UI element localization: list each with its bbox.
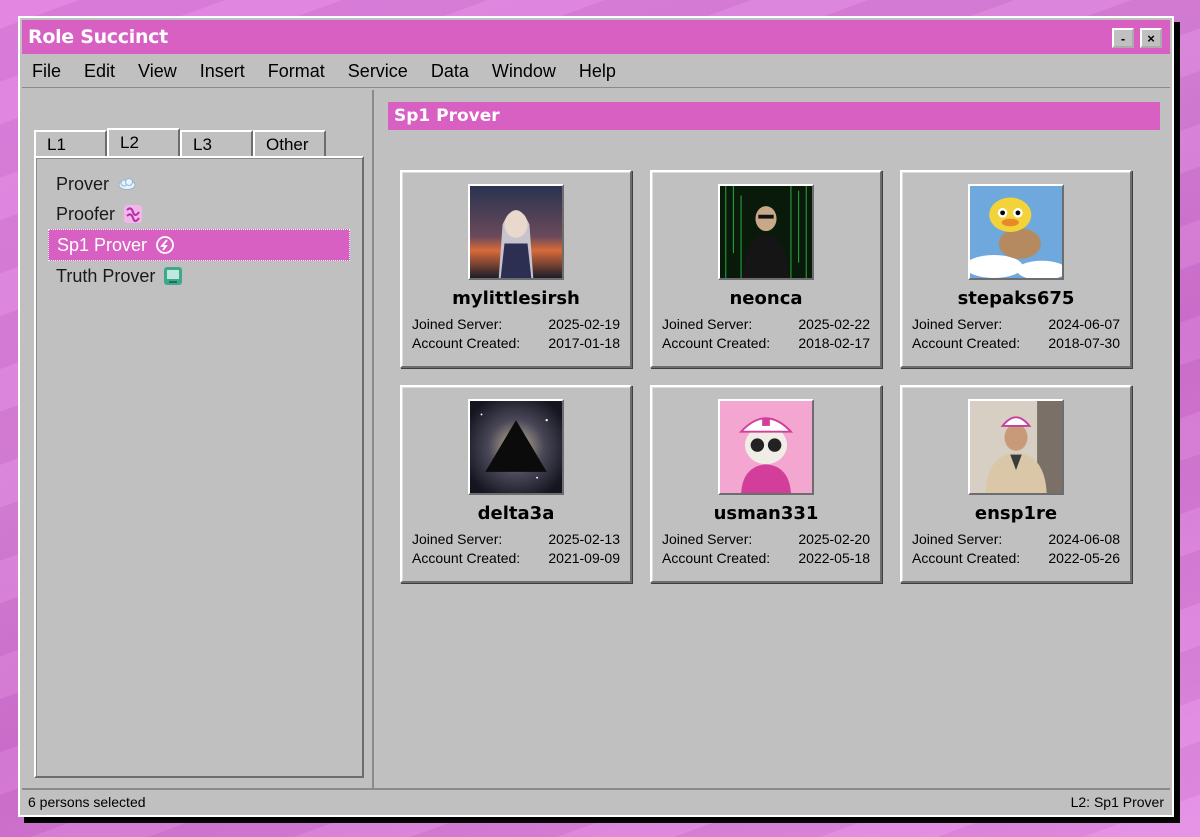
created-row: Account Created: 2018-02-17 <box>662 335 870 351</box>
menu-window[interactable]: Window <box>492 61 556 82</box>
joined-label: Joined Server: <box>912 531 1003 547</box>
joined-label: Joined Server: <box>662 316 753 332</box>
tree-item-truth-prover[interactable]: Truth Prover <box>48 260 350 292</box>
joined-date: 2024-06-08 <box>1048 531 1120 547</box>
username: stepaks675 <box>957 288 1075 309</box>
user-card[interactable]: mylittlesirsh Joined Server: 2025-02-19 A… <box>400 170 632 368</box>
joined-date: 2025-02-22 <box>798 316 870 332</box>
username: mylittlesirsh <box>452 288 580 309</box>
app-window: Role Succinct - × File Edit View Insert … <box>18 16 1174 817</box>
user-card[interactable]: ensp1re Joined Server: 2024-06-08 Account… <box>900 385 1132 583</box>
joined-row: Joined Server: 2024-06-07 <box>912 316 1120 332</box>
user-card[interactable]: usman331 Joined Server: 2025-02-20 Accoun… <box>650 385 882 583</box>
created-date: 2018-07-30 <box>1048 335 1120 351</box>
joined-row: Joined Server: 2025-02-13 <box>412 531 620 547</box>
user-card[interactable]: stepaks675 Joined Server: 2024-06-07 Acco… <box>900 170 1132 368</box>
joined-label: Joined Server: <box>412 531 503 547</box>
menu-insert[interactable]: Insert <box>200 61 245 82</box>
sp1-logo-icon <box>155 235 175 255</box>
tree-item-label: Sp1 Prover <box>57 234 148 255</box>
user-card[interactable]: neonca Joined Server: 2025-02-22 Account … <box>650 170 882 368</box>
username: neonca <box>729 288 803 309</box>
cloud-icon <box>117 177 137 191</box>
right-pane: Sp1 Prover mylittlesirsh Joined Server: 2… <box>378 90 1170 790</box>
left-pane: L1 L2 L3 Other Prover Proofer Sp1 Prover <box>22 90 374 790</box>
joined-label: Joined Server: <box>412 316 503 332</box>
menu-bar: File Edit View Insert Format Service Dat… <box>22 56 1170 88</box>
created-date: 2022-05-26 <box>1048 550 1120 566</box>
menu-edit[interactable]: Edit <box>84 61 115 82</box>
tab-l2[interactable]: L2 <box>107 128 180 157</box>
created-date: 2017-01-18 <box>548 335 620 351</box>
joined-date: 2025-02-19 <box>548 316 620 332</box>
menu-format[interactable]: Format <box>268 61 325 82</box>
created-label: Account Created: <box>662 335 771 351</box>
tree-item-prover[interactable]: Prover <box>48 168 350 200</box>
created-date: 2022-05-18 <box>798 550 870 566</box>
username: delta3a <box>477 503 555 524</box>
created-row: Account Created: 2018-07-30 <box>912 335 1120 351</box>
created-label: Account Created: <box>412 335 521 351</box>
tree-item-label: Truth Prover <box>56 265 156 286</box>
joined-date: 2025-02-13 <box>548 531 620 547</box>
tree-item-proofer[interactable]: Proofer <box>48 198 350 230</box>
minimize-button[interactable]: - <box>1112 28 1134 48</box>
tab-l3[interactable]: L3 <box>180 130 253 157</box>
created-label: Account Created: <box>912 550 1021 566</box>
tree-item-sp1-prover[interactable]: Sp1 Prover <box>48 229 350 261</box>
joined-row: Joined Server: 2025-02-19 <box>412 316 620 332</box>
tree-item-label: Prover <box>56 173 110 194</box>
username: usman331 <box>713 503 819 524</box>
menu-help[interactable]: Help <box>579 61 616 82</box>
selection-count: 6 persons selected <box>28 793 146 810</box>
pink-cap-character-avatar <box>718 399 814 495</box>
close-button[interactable]: × <box>1140 28 1162 48</box>
panel-title: Sp1 Prover <box>388 102 1160 130</box>
created-label: Account Created: <box>662 550 771 566</box>
created-date: 2021-09-09 <box>548 550 620 566</box>
joined-date: 2024-06-07 <box>1048 316 1120 332</box>
tree-item-label: Proofer <box>56 203 116 224</box>
flying-cat-duck-avatar <box>968 184 1064 280</box>
username: ensp1re <box>974 503 1058 524</box>
menu-file[interactable]: File <box>32 61 61 82</box>
menu-view[interactable]: View <box>138 61 177 82</box>
created-row: Account Created: 2022-05-26 <box>912 550 1120 566</box>
window-title: Role Succinct <box>28 26 168 48</box>
matrix-man-avatar <box>718 184 814 280</box>
tab-other[interactable]: Other <box>253 130 326 157</box>
created-label: Account Created: <box>412 550 521 566</box>
created-label: Account Created: <box>912 335 1021 351</box>
created-row: Account Created: 2021-09-09 <box>412 550 620 566</box>
joined-label: Joined Server: <box>912 316 1003 332</box>
joined-date: 2025-02-20 <box>798 531 870 547</box>
joined-row: Joined Server: 2025-02-20 <box>662 531 870 547</box>
user-card[interactable]: delta3a Joined Server: 2025-02-13 Account… <box>400 385 632 583</box>
pyramid-galaxy-avatar <box>468 399 564 495</box>
role-tree-panel: Prover Proofer Sp1 Prover Truth Prover <box>34 156 364 778</box>
joined-row: Joined Server: 2024-06-08 <box>912 531 1120 547</box>
anime-girl-sunset-avatar <box>468 184 564 280</box>
created-row: Account Created: 2017-01-18 <box>412 335 620 351</box>
joined-row: Joined Server: 2025-02-22 <box>662 316 870 332</box>
created-date: 2018-02-17 <box>798 335 870 351</box>
pink-squiggle-icon <box>123 204 143 224</box>
tab-l1[interactable]: L1 <box>34 130 107 157</box>
tab-strip: L1 L2 L3 Other <box>34 128 326 157</box>
green-tablet-icon <box>163 266 183 286</box>
menu-data[interactable]: Data <box>431 61 469 82</box>
status-location: L2: Sp1 Prover <box>1070 793 1164 810</box>
man-in-suit-avatar <box>968 399 1064 495</box>
title-bar[interactable]: Role Succinct - × <box>22 20 1170 54</box>
joined-label: Joined Server: <box>662 531 753 547</box>
menu-service[interactable]: Service <box>348 61 408 82</box>
created-row: Account Created: 2022-05-18 <box>662 550 870 566</box>
status-bar: 6 persons selected L2: Sp1 Prover <box>22 788 1170 813</box>
